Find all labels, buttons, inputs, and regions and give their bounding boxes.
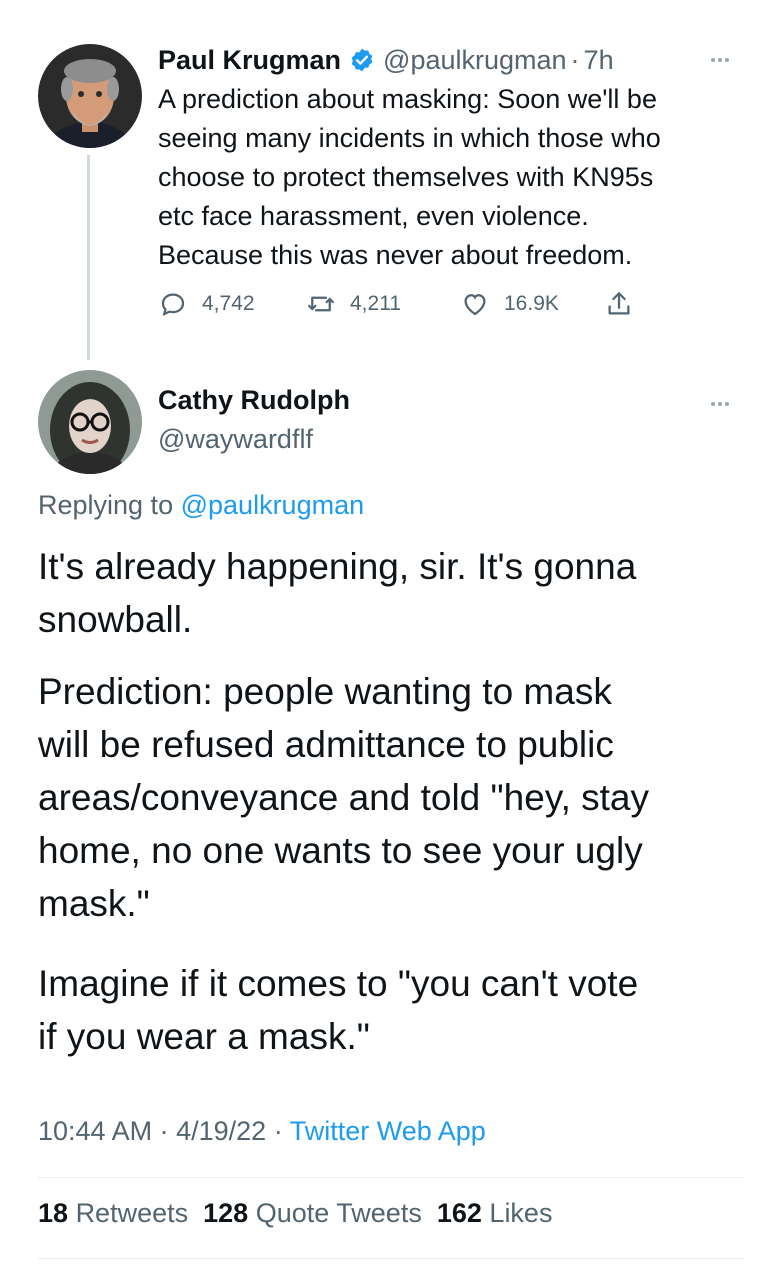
reply-paragraph-3: Imagine if it comes to "you can't vote i… [38, 957, 758, 1063]
tweet-text-line: choose to protect themselves with KN95s [158, 162, 654, 192]
reply-paragraph-1: It's already happening, sir. It's gonna … [38, 540, 758, 646]
retweets-count: 18 [38, 1198, 69, 1228]
reply-text-line: Prediction: people wanting to mask [38, 671, 612, 712]
author-name[interactable]: Paul Krugman [158, 45, 341, 76]
replying-to-line: Replying to @paulkrugman [38, 490, 364, 521]
quote-tweets-label: Quote Tweets [255, 1198, 422, 1228]
tweet-text-line: seeing many incidents in which those who [158, 123, 661, 153]
replying-to-mention-link[interactable]: @paulkrugman [181, 490, 365, 520]
reply-text-line: areas/conveyance and told "hey, stay [38, 777, 649, 818]
retweets-stat[interactable]: 18 Retweets [38, 1198, 188, 1228]
parent-tweet-text: A prediction about masking: Soon we'll b… [158, 80, 758, 275]
divider [38, 1177, 745, 1178]
retweets-label: Retweets [75, 1198, 189, 1228]
person-photo-avatar-icon [38, 370, 142, 474]
separator-dot: · [570, 44, 580, 75]
retweet-button[interactable]: 4,211 [306, 289, 460, 319]
reply-count: 4,742 [202, 292, 255, 315]
reply-text-line: will be refused admittance to public [38, 724, 614, 765]
source-app-link[interactable]: Twitter Web App [290, 1116, 486, 1146]
tweet-time[interactable]: 7h [584, 45, 614, 76]
share-button[interactable] [604, 289, 648, 319]
reply-button[interactable]: 4,742 [158, 289, 306, 319]
thread-connector-line [87, 155, 90, 360]
heart-icon [464, 294, 486, 316]
share-icon [608, 292, 630, 315]
tweet-time[interactable]: 10:44 AM [38, 1116, 152, 1146]
replying-to-label: Replying to [38, 490, 174, 520]
like-button[interactable]: 16.9K [460, 289, 604, 319]
retweet-count: 4,211 [350, 292, 401, 315]
reply-paragraph-2: Prediction: people wanting to mask will … [38, 665, 758, 930]
likes-stat[interactable]: 162 Likes [437, 1198, 553, 1228]
reply-text-line: mask." [38, 883, 150, 924]
reply-text-line: home, no one wants to see your ugly [38, 830, 643, 871]
separator-dot: · [273, 1116, 283, 1146]
verified-badge-icon [349, 47, 375, 73]
likes-label: Likes [489, 1198, 553, 1228]
retweet-icon [308, 296, 334, 312]
author-handle[interactable]: @waywardflf [158, 424, 313, 455]
likes-count: 162 [436, 1198, 482, 1228]
separator-dot: · [159, 1116, 169, 1146]
tweet-text-line: etc face harassment, even violence. [158, 201, 589, 231]
more-options-icon[interactable] [711, 402, 729, 406]
tweet-metadata: 10:44 AM · 4/19/22 · Twitter Web App [38, 1116, 486, 1147]
reply-icon [161, 293, 185, 316]
avatar[interactable] [38, 44, 142, 148]
like-count: 16.9K [504, 292, 559, 315]
quote-tweets-stat[interactable]: 128 Quote Tweets [203, 1198, 422, 1228]
parent-tweet-header: Paul Krugman @paulkrugman · 7h [158, 40, 614, 80]
tweet-actions: 4,742 4,211 16.9K [158, 284, 648, 324]
author-name[interactable]: Cathy Rudolph [158, 385, 350, 416]
divider [38, 1258, 745, 1259]
author-handle[interactable]: @paulkrugman [383, 45, 567, 76]
more-options-icon[interactable] [711, 58, 729, 62]
reply-text-line: Imagine if it comes to "you can't vote [38, 963, 639, 1004]
tweet-text-line: Because this was never about freedom. [158, 240, 633, 270]
engagement-stats: 18 Retweets 128 Quote Tweets 162 Likes [38, 1198, 552, 1229]
tweet-text-line: A prediction about masking: Soon we'll b… [158, 84, 657, 114]
person-photo-avatar-icon [38, 44, 142, 148]
reply-text-line: It's already happening, sir. It's gonna [38, 546, 637, 587]
avatar[interactable] [38, 370, 142, 474]
reply-text-line: snowball. [38, 599, 193, 640]
quote-tweets-count: 128 [203, 1198, 249, 1228]
reply-text-line: if you wear a mask." [38, 1016, 370, 1057]
tweet-date[interactable]: 4/19/22 [176, 1116, 266, 1146]
